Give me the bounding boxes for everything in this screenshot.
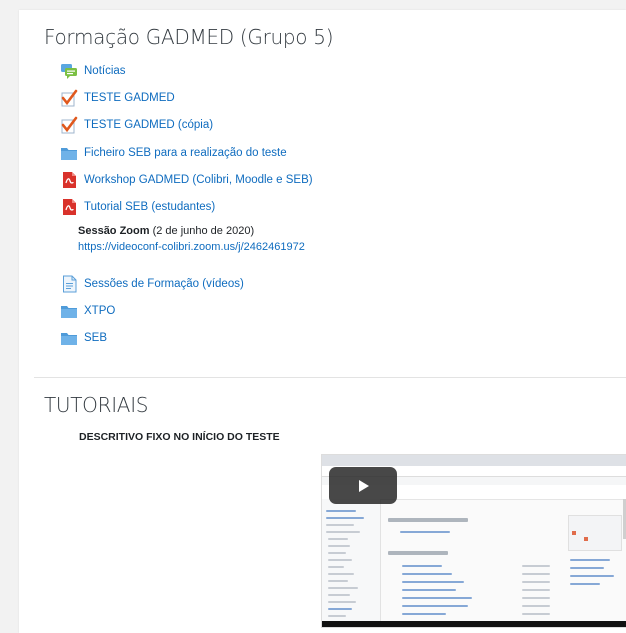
embedded-video[interactable] (321, 454, 626, 628)
zoom-session-title: Sessão Zoom (78, 225, 150, 237)
folder-icon (60, 329, 78, 347)
activity-label: SEB (84, 332, 108, 344)
activity-noticias[interactable]: Notícias (60, 62, 126, 80)
section-title: Formação GADMED (Grupo 5) (44, 25, 334, 49)
activity-label: TESTE GADMED (cópia) (84, 119, 214, 131)
zoom-session-link[interactable]: https://videoconf-colibri.zoom.us/j/2462… (78, 239, 305, 255)
activity-sessoes-formacao[interactable]: Sessões de Formação (vídeos) (60, 275, 244, 293)
play-button[interactable] (329, 467, 397, 504)
play-icon (359, 479, 369, 492)
quiz-icon (60, 89, 78, 107)
folder-icon (60, 144, 78, 162)
section-divider (34, 377, 626, 378)
section-title-tutoriais: TUTORIAIS (44, 393, 149, 417)
forum-icon (60, 62, 78, 80)
activity-xtpo[interactable]: XTPO (60, 302, 115, 320)
activity-workshop-gadmed[interactable]: Workshop GADMED (Colibri, Moodle e SEB) (60, 171, 313, 189)
activity-seb[interactable]: SEB (60, 329, 107, 347)
tutorial-description: DESCRITIVO FIXO NO INÍCIO DO TESTE (79, 431, 280, 443)
page-icon (60, 275, 78, 293)
video-thumb-bottom-bar (322, 621, 626, 627)
pdf-icon (60, 171, 78, 189)
activity-label: Notícias (84, 65, 126, 77)
activity-ficheiro-seb[interactable]: Ficheiro SEB para a realização do teste (60, 144, 287, 162)
pdf-icon (60, 198, 78, 216)
activity-label: TESTE GADMED (84, 92, 175, 104)
zoom-session-date: (2 de junho de 2020) (149, 225, 255, 237)
activity-label: Workshop GADMED (Colibri, Moodle e SEB) (84, 174, 313, 186)
folder-icon (60, 302, 78, 320)
activity-tutorial-seb[interactable]: Tutorial SEB (estudantes) (60, 198, 215, 216)
video-thumb-calendar (568, 515, 622, 551)
course-content: Formação GADMED (Grupo 5) Notícias TESTE… (19, 10, 626, 633)
activity-label: Tutorial SEB (estudantes) (84, 201, 216, 213)
video-thumb-tabbar (322, 455, 626, 466)
activity-label: Sessões de Formação (vídeos) (84, 278, 244, 290)
zoom-session-label: Sessão Zoom (2 de junho de 2020) https:/… (78, 223, 305, 255)
activity-teste-gadmed[interactable]: TESTE GADMED (60, 89, 175, 107)
activity-label: Ficheiro SEB para a realização do teste (84, 147, 287, 159)
activity-teste-gadmed-copia[interactable]: TESTE GADMED (cópia) (60, 116, 213, 134)
activity-label: XTPO (84, 305, 116, 317)
quiz-icon (60, 116, 78, 134)
